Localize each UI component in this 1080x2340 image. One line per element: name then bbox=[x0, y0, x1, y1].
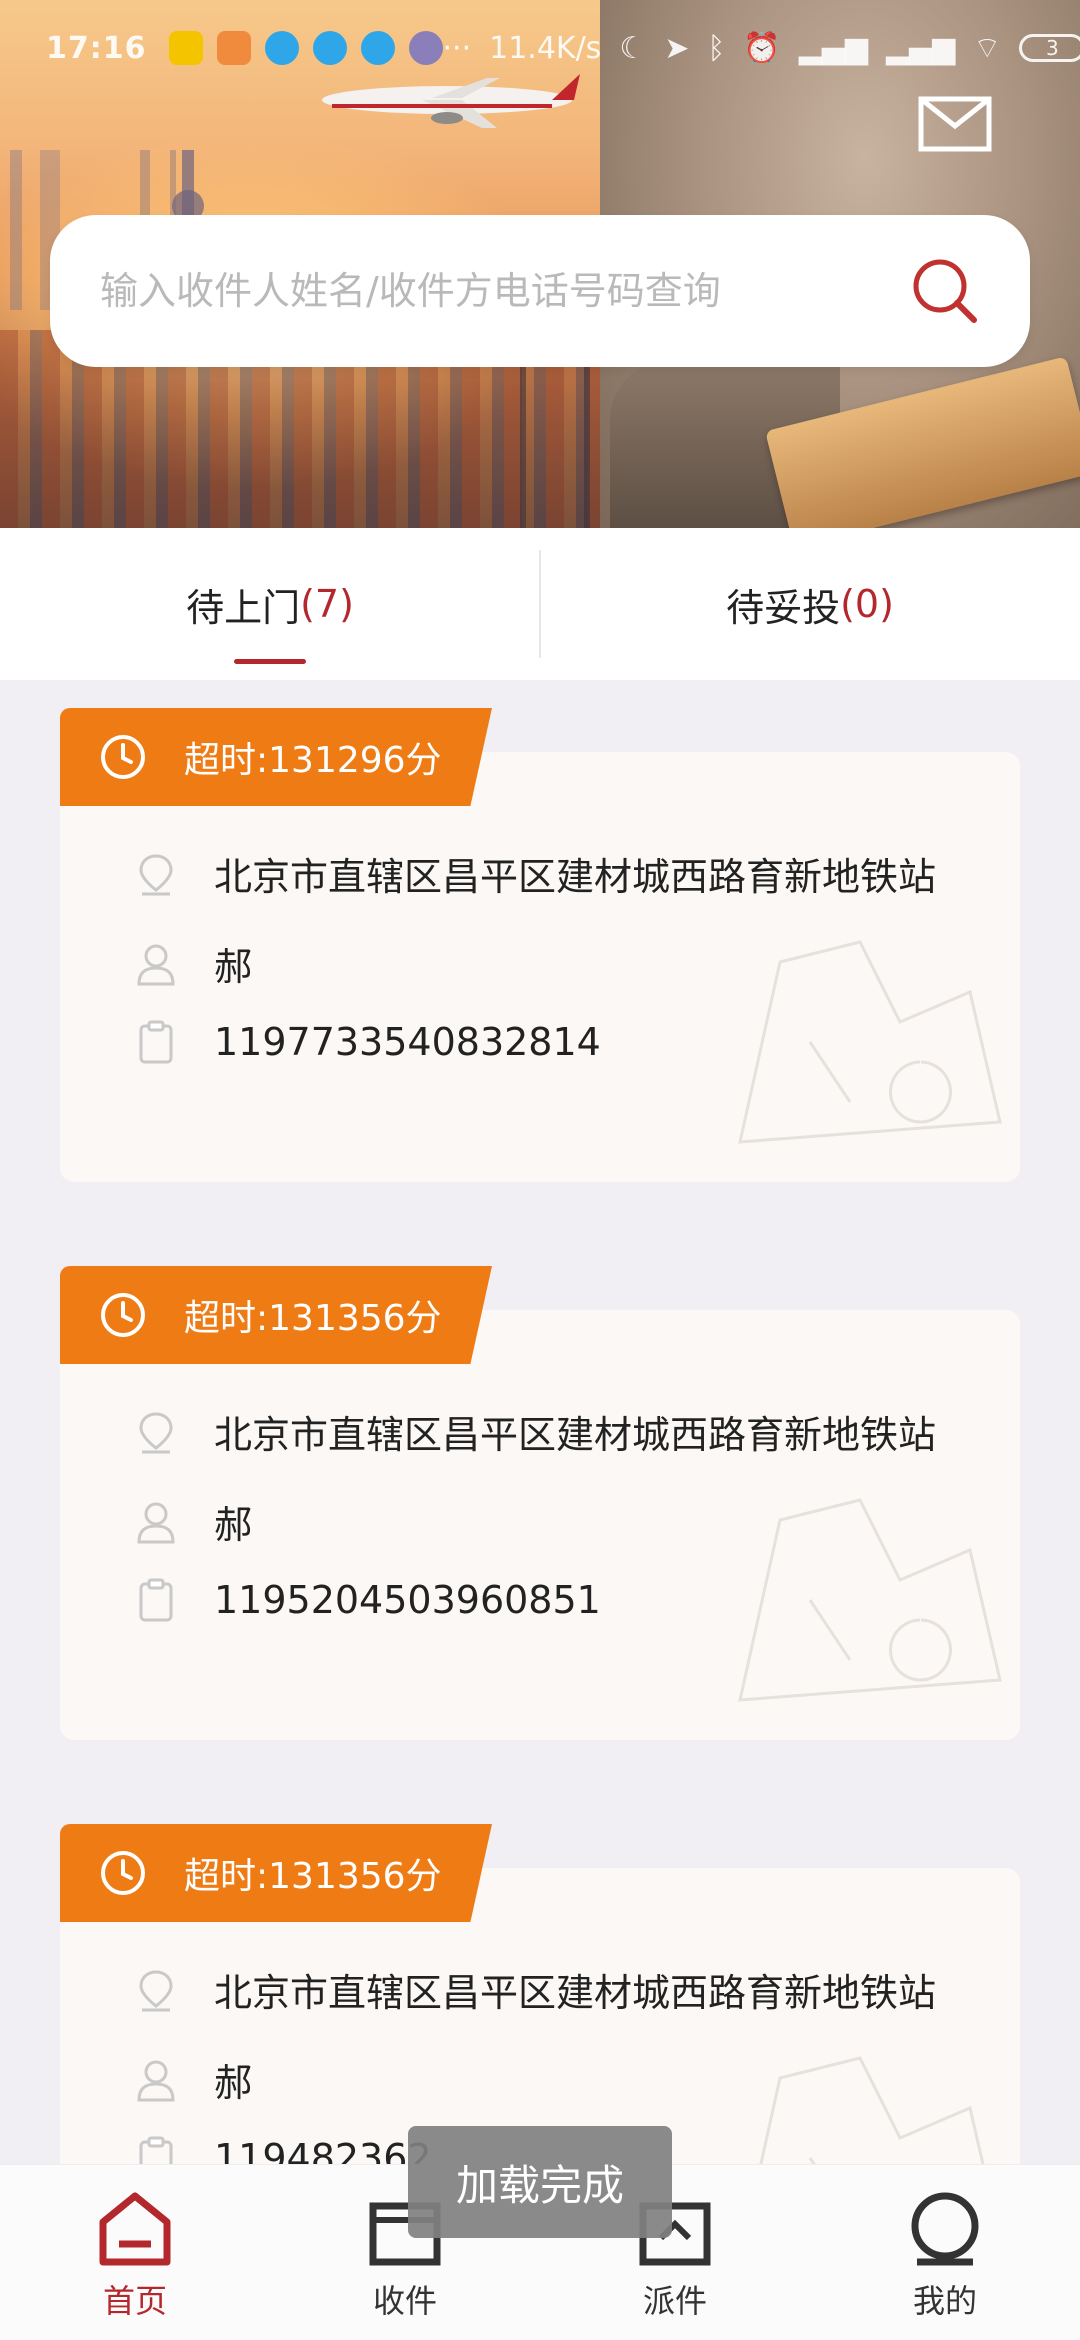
tab-label: 待上门 bbox=[186, 585, 301, 630]
clock-icon bbox=[101, 735, 145, 779]
person-icon bbox=[137, 2060, 175, 2101]
qq-notification-icon bbox=[312, 31, 347, 65]
nav-label: 我的 bbox=[912, 2282, 977, 2320]
profile-icon bbox=[911, 2192, 979, 2266]
recipient-name: 郝 bbox=[214, 1503, 253, 1547]
signal-icon: ▂▄▆ bbox=[798, 30, 868, 66]
clipboard-icon bbox=[139, 1578, 173, 1622]
alarm-icon: ⏰ bbox=[743, 30, 781, 66]
app-notification-icon bbox=[408, 31, 443, 65]
timeout-badge: 超时:131356分 bbox=[60, 1824, 492, 1922]
clock-icon bbox=[101, 1851, 145, 1895]
wifi-icon: ⌔ bbox=[973, 31, 1002, 66]
recipient-name: 郝 bbox=[214, 2061, 253, 2105]
location-pin-icon bbox=[139, 1411, 173, 1453]
location-icon: ➤ bbox=[664, 30, 690, 66]
timeout-text: 超时:131356分 bbox=[184, 1856, 442, 1897]
address-text: 北京市直辖区昌平区建材城西路育新地铁站 bbox=[214, 855, 937, 899]
search-icon[interactable] bbox=[910, 256, 980, 326]
toast-message: 加载完成 bbox=[408, 2126, 672, 2238]
address-text: 北京市直辖区昌平区建材城西路育新地铁站 bbox=[214, 1971, 937, 2015]
tab-count: (0) bbox=[840, 582, 894, 626]
recipient-row: 郝 bbox=[136, 936, 252, 991]
timeout-badge: 超时:131296分 bbox=[60, 708, 492, 806]
tab-pending-pickup[interactable]: 待上门 (7) bbox=[0, 528, 540, 680]
address-row: 北京市直辖区昌平区建材城西路育新地铁站 bbox=[136, 1962, 936, 2017]
mail-icon[interactable] bbox=[918, 96, 992, 152]
order-list: 超时:131296分 北京市直辖区昌平区建材城西路育新地铁站 郝 1197733… bbox=[0, 680, 1080, 2164]
more-dots-icon: ··· bbox=[442, 30, 472, 66]
network-speed: 11.4K/s bbox=[489, 30, 602, 66]
search-input[interactable] bbox=[100, 269, 910, 313]
timeout-text: 超时:131356分 bbox=[184, 1298, 442, 1339]
qq-notification-icon bbox=[360, 31, 395, 65]
location-pin-icon bbox=[139, 1969, 173, 2011]
nav-profile[interactable]: 我的 bbox=[810, 2165, 1080, 2340]
qq-notification-icon bbox=[264, 31, 299, 65]
clock-icon bbox=[101, 1293, 145, 1337]
order-status-tabs: 待上门 (7) 待妥投 (0) bbox=[0, 528, 1080, 680]
shield-notification-icon bbox=[216, 31, 251, 65]
location-pin-icon bbox=[139, 853, 173, 895]
recipient-row: 郝 bbox=[136, 1494, 252, 1549]
clipboard-icon bbox=[139, 1020, 173, 1064]
tab-label: 待妥投 bbox=[726, 585, 841, 630]
timeout-text: 超时:131296分 bbox=[184, 740, 442, 781]
clipboard-icon bbox=[139, 2136, 173, 2164]
clock-time: 17:16 bbox=[46, 30, 147, 66]
address-text: 北京市直辖区昌平区建材城西路育新地铁站 bbox=[214, 1413, 937, 1457]
tracking-row: 1195204503960851 bbox=[136, 1578, 601, 1622]
tracking-number: 1195204503960851 bbox=[214, 1578, 601, 1622]
address-row: 北京市直辖区昌平区建材城西路育新地铁站 bbox=[136, 846, 936, 901]
notification-icons bbox=[168, 31, 443, 65]
tracking-row: 1197733540832814 bbox=[136, 1020, 601, 1064]
nav-home[interactable]: 首页 bbox=[0, 2165, 270, 2340]
tab-pending-delivery[interactable]: 待妥投 (0) bbox=[540, 528, 1080, 680]
signal-icon: ▂▄▆ bbox=[885, 30, 956, 66]
status-bar: 17:16 ··· 11.4K/s ☾ ➤ ᛒ ⏰ ▂▄▆ ▂▄▆ ⌔ 3 bbox=[0, 0, 1080, 96]
moon-icon: ☾ bbox=[619, 30, 647, 66]
timeout-badge: 超时:131356分 bbox=[60, 1266, 492, 1364]
person-icon bbox=[137, 1502, 175, 1543]
nav-label: 派件 bbox=[642, 2282, 707, 2320]
address-row: 北京市直辖区昌平区建材城西路育新地铁站 bbox=[136, 1404, 936, 1459]
system-status-icons: ··· 11.4K/s ☾ ➤ ᛒ ⏰ ▂▄▆ ▂▄▆ ⌔ 3 bbox=[443, 29, 1080, 67]
tab-count: (7) bbox=[300, 582, 354, 626]
battery-icon: 3 bbox=[1019, 34, 1080, 62]
tracking-number: 119482362 bbox=[214, 2136, 432, 2164]
nav-label: 收件 bbox=[372, 2282, 437, 2320]
recipient-name: 郝 bbox=[214, 945, 253, 989]
nav-label: 首页 bbox=[102, 2282, 167, 2320]
recipient-row: 郝 bbox=[136, 2052, 252, 2107]
search-bar bbox=[50, 215, 1030, 367]
home-icon bbox=[99, 2192, 171, 2266]
tracking-number: 1197733540832814 bbox=[214, 1020, 601, 1064]
person-icon bbox=[137, 944, 175, 985]
app-notification-icon bbox=[168, 31, 203, 65]
tracking-row: 119482362 bbox=[136, 2136, 432, 2164]
bluetooth-icon: ᛒ bbox=[707, 30, 726, 66]
tab-divider bbox=[539, 550, 541, 658]
